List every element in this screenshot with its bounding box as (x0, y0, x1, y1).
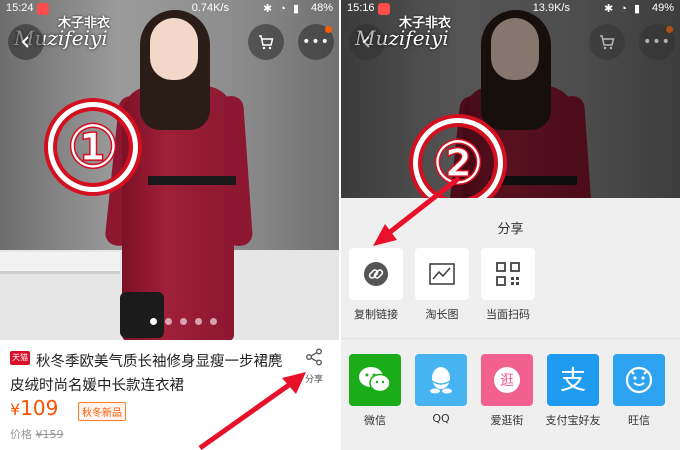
carousel-dot (150, 318, 157, 325)
product-detail-screen: 15:24 0.74K/s ✱ ◔ ▮ 48% 木子非衣 Muzifeiyi •… (0, 0, 339, 450)
share-guang[interactable]: 逛 爱逛街 (481, 354, 533, 428)
share-qq[interactable]: QQ (415, 354, 467, 425)
more-dots-icon: ••• (302, 34, 330, 50)
copy-link-option[interactable]: 复制链接 (349, 248, 403, 322)
share-sheet-title: 分享 (497, 222, 524, 237)
battery-level: 48% (310, 2, 333, 14)
status-time: 15:24 (6, 2, 34, 14)
network-speed: 0.74K/s (191, 2, 229, 14)
battery-level: 49% (651, 2, 674, 14)
copy-link-label: 复制链接 (354, 308, 398, 321)
price-value: 109 (20, 396, 59, 420)
signal-wifi-icon: ✱ ◔ ▮ (603, 3, 642, 15)
notification-dot (325, 26, 332, 33)
svg-text:支: 支 (560, 366, 586, 395)
image-chart-icon (429, 263, 455, 285)
scan-qr-label: 当面扫码 (486, 308, 530, 321)
carousel-dot (195, 318, 202, 325)
notification-app-icon (378, 3, 390, 15)
share-button[interactable]: 分享 (294, 348, 334, 392)
status-bar: 15:16 13.9K/s ✱ ◔ ▮ 49% (341, 0, 680, 18)
more-dots-icon: ••• (643, 34, 671, 50)
wechat-icon (359, 367, 391, 393)
chevron-left-icon (21, 36, 29, 48)
long-image-option[interactable]: 淘长图 (415, 248, 469, 322)
new-arrival-tag: 秋冬新品 (78, 402, 126, 421)
network-speed: 13.9K/s (532, 2, 570, 14)
long-image-label: 淘长图 (425, 308, 459, 321)
cart-icon (600, 35, 615, 50)
guang-icon: 逛 (494, 367, 520, 393)
more-button[interactable]: ••• (639, 24, 675, 60)
product-photo[interactable] (0, 0, 339, 340)
sheet-divider (341, 338, 680, 339)
back-button[interactable] (349, 24, 385, 60)
qr-code-icon (496, 262, 520, 286)
scan-qr-option[interactable]: 当面扫码 (481, 248, 535, 322)
wangxin-label: 旺信 (628, 414, 650, 427)
orig-price-value: ¥159 (35, 428, 64, 441)
wangxin-icon (625, 366, 653, 394)
share-sheet-screen: 15:16 13.9K/s ✱ ◔ ▮ 49% 木子非衣 Muzifeiyi •… (341, 0, 680, 450)
notification-app-icon (37, 3, 49, 15)
cart-button[interactable] (589, 24, 625, 60)
carousel-dot (165, 318, 172, 325)
step-marker-1: ① (48, 102, 138, 192)
step-marker-2: ② (413, 118, 503, 208)
signal-wifi-icon: ✱ ◔ ▮ (262, 3, 301, 15)
carousel-indicator (150, 318, 217, 325)
status-bar: 15:24 0.74K/s ✱ ◔ ▮ 48% (0, 0, 339, 18)
share-sheet: 分享 复制链接 淘长图 当面扫码 微信 QQ 逛 爱逛街 支 支付宝好友 旺信 (341, 198, 680, 450)
svg-text:逛: 逛 (500, 373, 514, 389)
share-alipay[interactable]: 支 支付宝好友 (546, 354, 601, 428)
current-price: ¥109 (10, 396, 58, 420)
original-price: 价格 ¥159 (10, 426, 64, 442)
orig-price-label: 价格 (10, 428, 32, 441)
share-wangxin[interactable]: 旺信 (613, 354, 665, 428)
more-button[interactable]: ••• (298, 24, 334, 60)
cart-button[interactable] (248, 24, 284, 60)
notification-dot (666, 26, 673, 33)
cart-icon (259, 35, 274, 50)
share-icon (306, 348, 322, 366)
product-info: 天猫 秋冬季欧美气质长袖修身显瘦一步裙麂皮绒时尚名媛中长款连衣裙 分享 ¥109… (0, 340, 339, 450)
chevron-left-icon (362, 36, 370, 48)
status-time: 15:16 (347, 2, 375, 14)
share-wechat[interactable]: 微信 (349, 354, 401, 428)
link-icon (364, 262, 388, 286)
share-label: 分享 (304, 375, 323, 385)
product-title: 秋冬季欧美气质长袖修身显瘦一步裙麂皮绒时尚名媛中长款连衣裙 (10, 354, 283, 394)
carousel-dot (210, 318, 217, 325)
carousel-dot (180, 318, 187, 325)
currency-symbol: ¥ (10, 400, 21, 419)
qq-icon (430, 367, 452, 394)
back-button[interactable] (8, 24, 44, 60)
alipay-icon: 支 (560, 366, 586, 395)
